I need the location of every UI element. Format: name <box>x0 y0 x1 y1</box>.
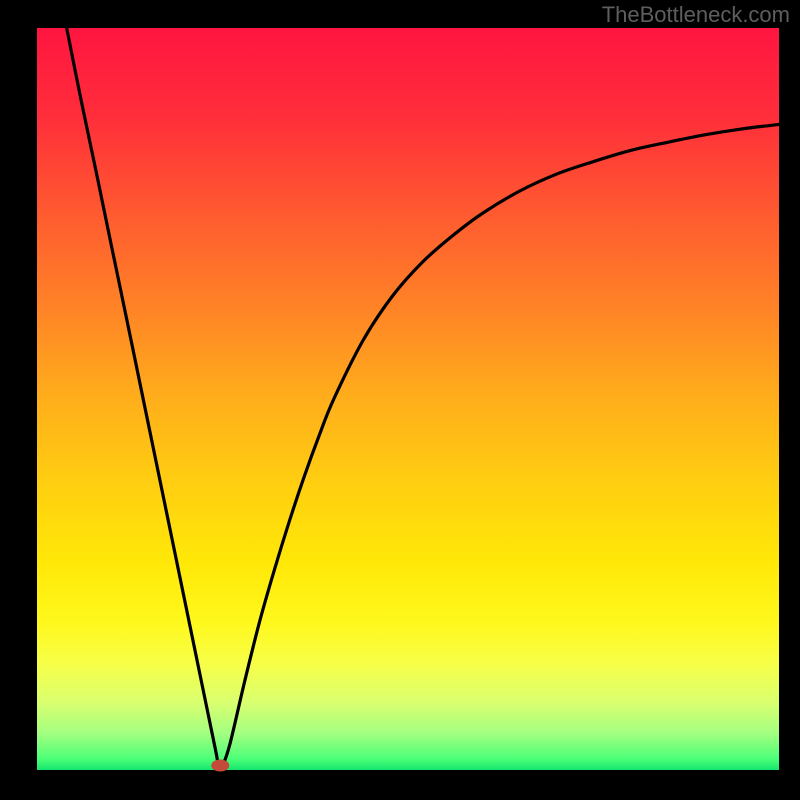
chart-frame: TheBottleneck.com <box>0 0 800 800</box>
watermark-text: TheBottleneck.com <box>602 2 790 28</box>
bottleneck-chart <box>0 0 800 800</box>
optimum-marker <box>211 760 229 772</box>
plot-background <box>37 28 779 770</box>
